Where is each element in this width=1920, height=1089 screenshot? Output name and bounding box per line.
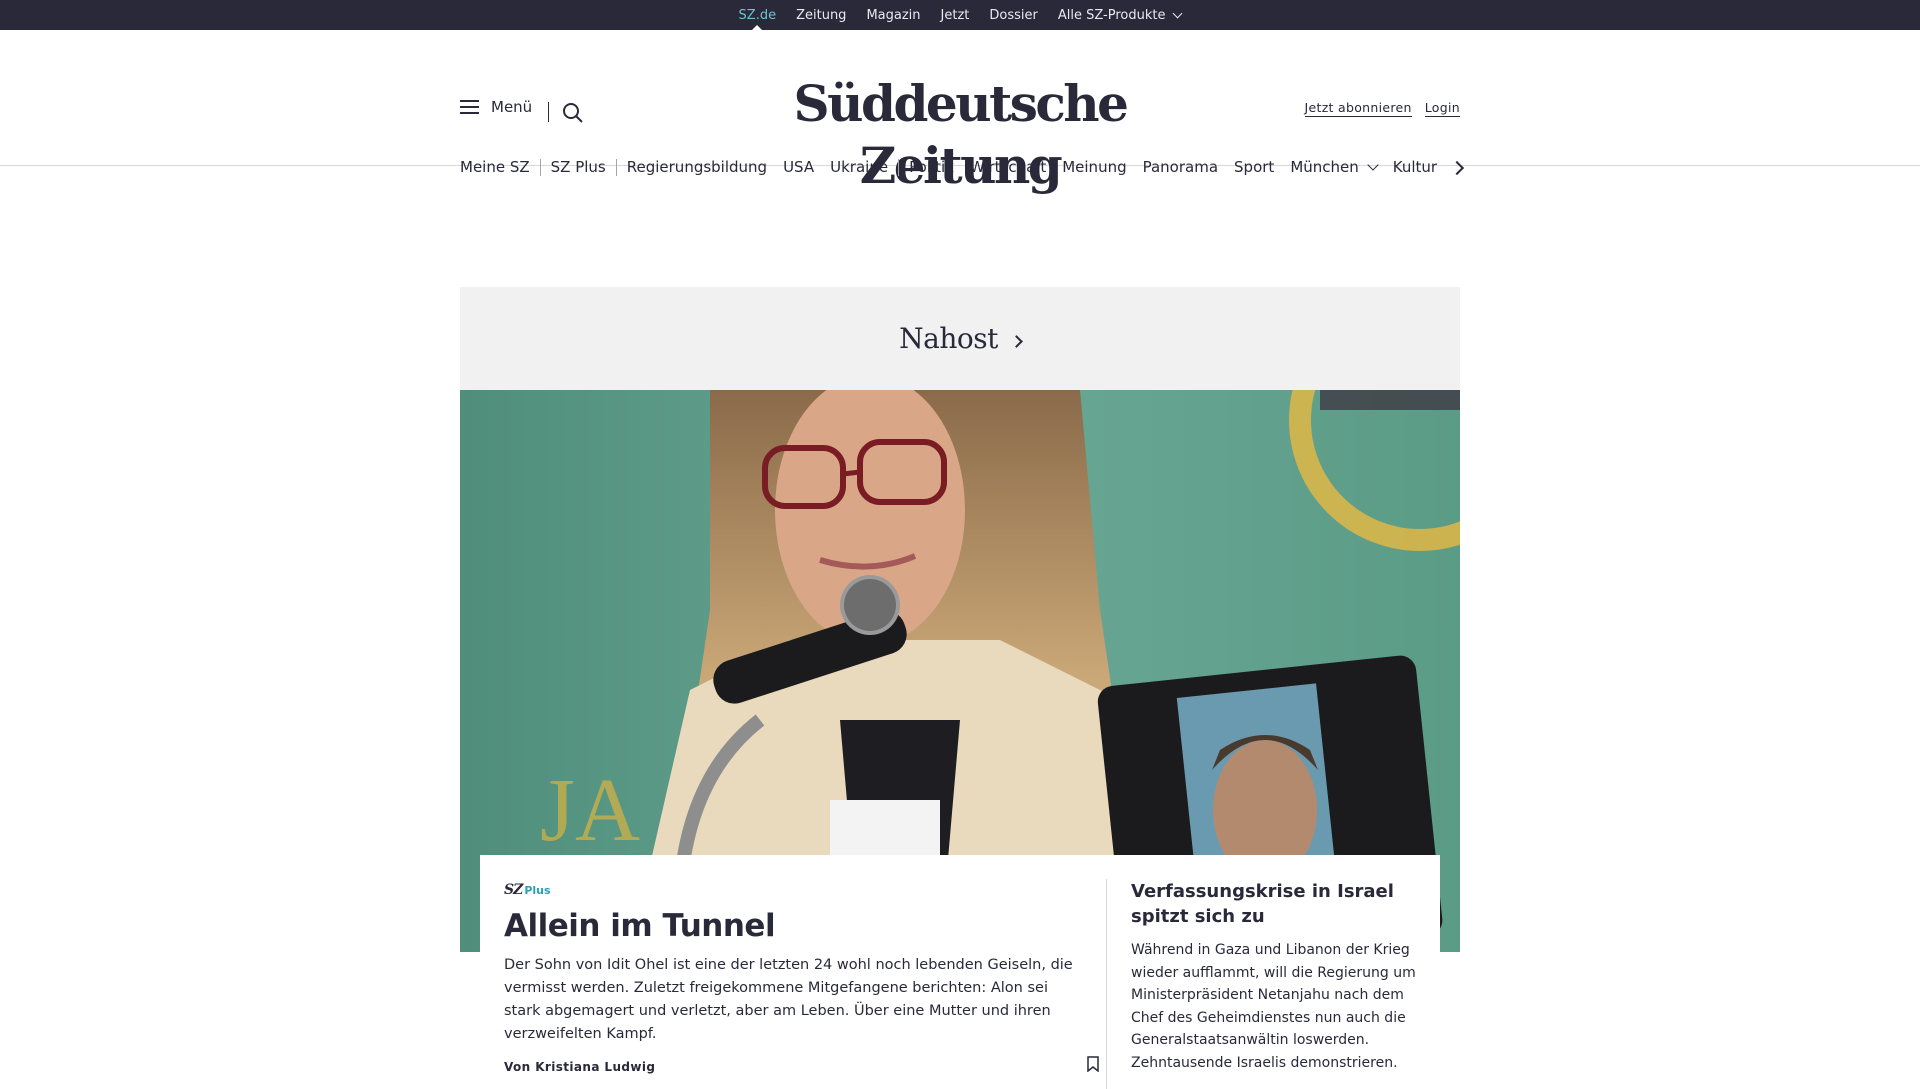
nav-item-meine-sz[interactable]: Meine SZ — [460, 158, 530, 176]
side-teaser-headline[interactable]: Verfassungskrise in Israel spitzt sich z… — [1131, 879, 1421, 929]
menu-button[interactable]: Menü — [460, 98, 532, 116]
section-title: Nahost — [899, 322, 998, 355]
section-header[interactable]: Nahost — [460, 287, 1460, 390]
site-header: Menü Süddeutsche Zeitung Jetzt abonniere… — [0, 30, 1920, 195]
nav-item-politik[interactable]: Politik — [909, 158, 954, 176]
nav-separator — [898, 158, 900, 176]
nav-item-meinung[interactable]: Meinung — [1062, 158, 1126, 176]
chevron-down-icon — [1173, 8, 1183, 18]
svg-text:JA: JA — [540, 761, 640, 860]
teaser-card[interactable]: SZ Plus Allein im Tunnel Der Sohn von Id… — [480, 855, 1440, 1089]
login-link[interactable]: Login — [1424, 100, 1460, 117]
subscribe-link[interactable]: Jetzt abonnieren — [1304, 100, 1412, 117]
nav-item-sport[interactable]: Sport — [1234, 158, 1274, 176]
product-zeitung[interactable]: Zeitung — [786, 0, 856, 30]
nav-item-muenchen[interactable]: München — [1290, 158, 1379, 176]
main-teaser: SZ Plus Allein im Tunnel Der Sohn von Id… — [504, 882, 1099, 1074]
product-bar: SZ.de Zeitung Magazin Jetzt Dossier Alle… — [0, 0, 1920, 30]
nav-item-sz-plus[interactable]: SZ Plus — [551, 158, 606, 176]
nav-item-ukraine[interactable]: Ukraine — [830, 158, 888, 176]
hamburger-icon — [460, 100, 479, 114]
nav-separator — [539, 158, 541, 176]
nav-item-regierungsbildung[interactable]: Regierungsbildung — [627, 158, 767, 176]
product-sz-de[interactable]: SZ.de — [729, 0, 787, 30]
product-all-sz-products[interactable]: Alle SZ-Produkte — [1048, 0, 1192, 30]
nav-item-muenchen-label: München — [1290, 158, 1359, 176]
nav-item-kultur[interactable]: Kultur — [1393, 158, 1437, 176]
product-jetzt[interactable]: Jetzt — [931, 0, 980, 30]
top-teaser: Nahost JA — [460, 287, 1460, 952]
main-navigation: Meine SZ SZ Plus Regierungsbildung USA U… — [460, 158, 1460, 176]
bookmark-icon[interactable] — [1086, 1056, 1100, 1072]
site-logo[interactable]: Süddeutsche Zeitung — [722, 73, 1198, 197]
product-magazin[interactable]: Magazin — [856, 0, 930, 30]
account-links: Jetzt abonnieren Login — [1304, 100, 1460, 117]
product-dossier[interactable]: Dossier — [979, 0, 1047, 30]
chevron-down-icon — [1367, 158, 1379, 171]
search-button[interactable] — [562, 102, 584, 124]
nav-item-panorama[interactable]: Panorama — [1143, 158, 1218, 176]
side-teaser-summary: Während in Gaza und Libanon der Krieg wi… — [1131, 942, 1416, 1071]
nav-separator — [615, 158, 617, 176]
teaser-author: Von Kristiana Ludwig — [504, 1060, 656, 1074]
sz-badge-plus: Plus — [524, 884, 551, 897]
menu-label: Menü — [491, 98, 533, 116]
teaser-divider — [1106, 879, 1107, 1089]
all-products-label: Alle SZ-Produkte — [1057, 7, 1166, 23]
sz-plus-badge: SZ Plus — [504, 882, 1080, 898]
sz-badge-logo: SZ — [504, 882, 523, 898]
teaser-headline[interactable]: Allein im Tunnel — [504, 908, 1080, 944]
nav-item-usa[interactable]: USA — [783, 158, 814, 176]
side-teaser[interactable]: Verfassungskrise in Israel spitzt sich z… — [1131, 879, 1421, 1074]
nav-item-wirtschaft[interactable]: Wirtschaft — [970, 158, 1046, 176]
header-divider — [548, 102, 549, 122]
chevron-right-icon — [1009, 335, 1023, 348]
teaser-summary: Der Sohn von Idit Ohel ist eine der letz… — [504, 957, 1073, 1042]
search-icon — [563, 103, 583, 123]
